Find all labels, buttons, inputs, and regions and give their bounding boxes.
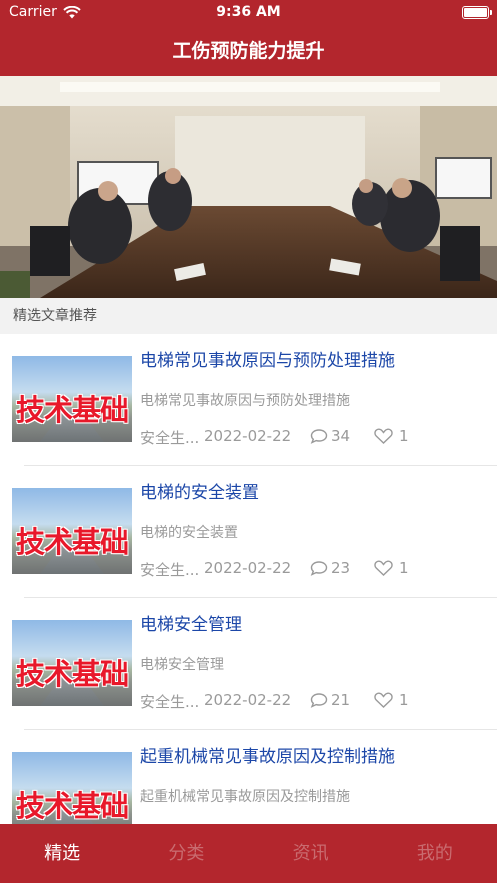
article-summary: 起重机械常见事故原因及控制措施	[140, 789, 350, 805]
article-date: 2022-02-22	[204, 691, 292, 709]
clock: 9:36 AM	[216, 4, 281, 20]
article-thumbnail: 技术基础	[12, 620, 132, 706]
article-thumbnail: 技术基础	[12, 356, 132, 442]
section-header: 精选文章推荐	[0, 298, 497, 334]
banner-image[interactable]	[0, 76, 497, 298]
meeting-room-photo	[0, 76, 497, 298]
article-item[interactable]: 技术基础 电梯的安全装置 电梯的安全装置 安全生... 2022-02-22 2…	[0, 466, 497, 598]
article-item[interactable]: 技术基础 电梯安全管理 电梯安全管理 安全生... 2022-02-22 21 …	[0, 598, 497, 730]
article-title[interactable]: 电梯安全管理	[140, 610, 487, 635]
article-summary: 电梯安全管理	[140, 657, 224, 673]
tab-categories[interactable]: 分类	[124, 824, 248, 883]
article-date: 2022-02-22	[204, 559, 292, 577]
thumbnail-caption: 技术基础	[15, 657, 129, 691]
section-title: 精选文章推荐	[13, 308, 97, 324]
like-count-group[interactable]: 1	[374, 559, 409, 577]
like-count: 1	[399, 559, 409, 577]
comment-count: 21	[331, 691, 351, 709]
thumbnail-caption: 技术基础	[15, 789, 129, 823]
article-thumbnail: 技术基础	[12, 752, 132, 824]
comment-count-group[interactable]: 23	[310, 559, 350, 577]
article-date: 2022-02-22	[204, 427, 292, 445]
thumbnail-caption: 技术基础	[15, 525, 129, 559]
article-summary: 电梯的安全装置	[140, 525, 238, 541]
article-meta: 安全生... 2022-02-22 34 1	[140, 427, 490, 447]
comment-icon	[310, 429, 328, 444]
battery-icon	[462, 6, 492, 19]
article-title[interactable]: 起重机械常见事故原因及控制措施	[140, 742, 487, 767]
comment-count-group[interactable]: 34	[310, 427, 350, 445]
tab-featured[interactable]: 精选	[0, 824, 124, 883]
article-list[interactable]: 技术基础 电梯常见事故原因与预防处理措施 电梯常见事故原因与预防处理措施 安全生…	[0, 334, 497, 824]
comment-count: 34	[331, 427, 351, 445]
article-summary: 电梯常见事故原因与预防处理措施	[140, 393, 350, 409]
comment-icon	[310, 693, 328, 708]
like-count: 1	[399, 427, 409, 445]
article-title[interactable]: 电梯常见事故原因与预防处理措施	[140, 346, 487, 371]
article-source: 安全生...	[140, 429, 200, 447]
comment-icon	[310, 561, 328, 576]
page-title: 工伤预防能力提升	[172, 40, 325, 62]
tab-news[interactable]: 资讯	[249, 824, 373, 883]
article-source: 安全生...	[140, 693, 200, 711]
heart-icon	[374, 560, 393, 576]
comment-count: 23	[331, 559, 351, 577]
article-item[interactable]: 技术基础 起重机械常见事故原因及控制措施 起重机械常见事故原因及控制措施	[0, 730, 497, 824]
nav-bar: 工伤预防能力提升	[0, 26, 497, 76]
tab-bar: 精选 分类 资讯 我的	[0, 824, 497, 883]
like-count: 1	[399, 691, 409, 709]
article-meta: 安全生... 2022-02-22 23 1	[140, 559, 490, 579]
status-bar: Carrier 9:36 AM	[0, 0, 497, 26]
like-count-group[interactable]: 1	[374, 427, 409, 445]
tab-profile[interactable]: 我的	[373, 824, 497, 883]
article-title[interactable]: 电梯的安全装置	[140, 478, 487, 503]
heart-icon	[374, 692, 393, 708]
article-source: 安全生...	[140, 561, 200, 579]
thumbnail-caption: 技术基础	[15, 393, 129, 427]
article-meta: 安全生... 2022-02-22 21 1	[140, 691, 490, 711]
comment-count-group[interactable]: 21	[310, 691, 350, 709]
like-count-group[interactable]: 1	[374, 691, 409, 709]
heart-icon	[374, 428, 393, 444]
article-item[interactable]: 技术基础 电梯常见事故原因与预防处理措施 电梯常见事故原因与预防处理措施 安全生…	[0, 334, 497, 466]
article-thumbnail: 技术基础	[12, 488, 132, 574]
